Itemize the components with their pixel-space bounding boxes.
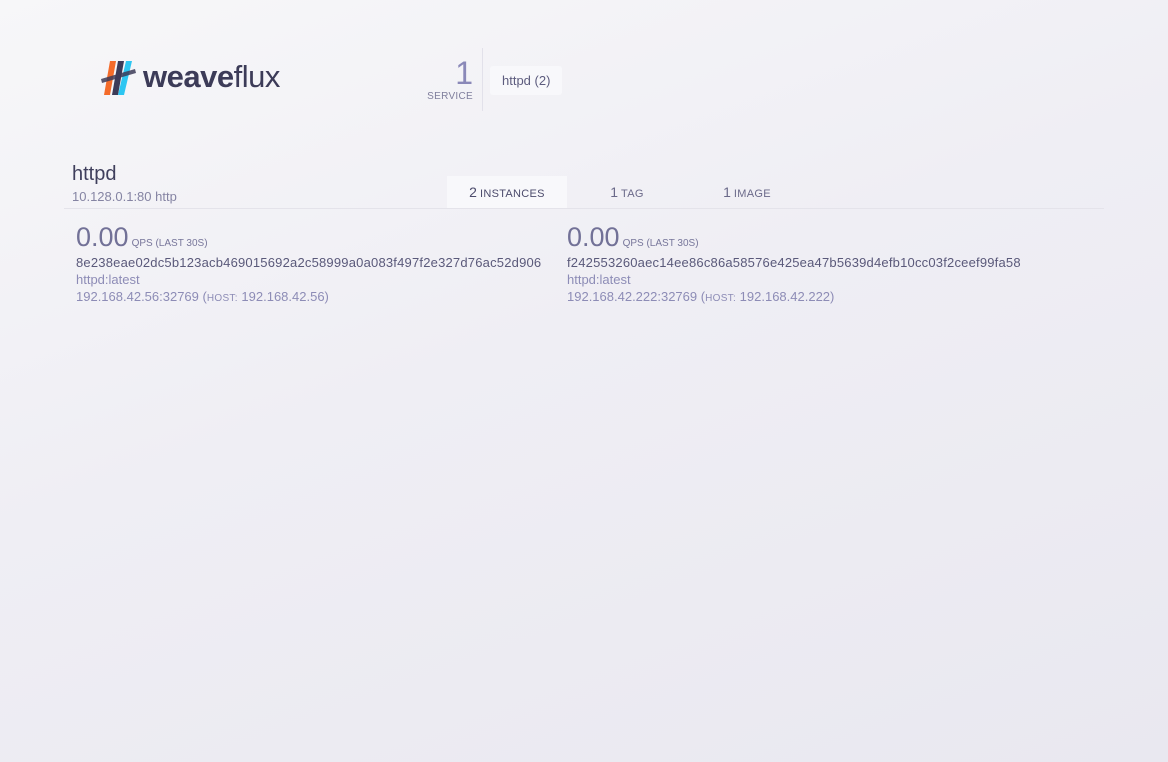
tab-tag[interactable]: 1 TAG (567, 176, 687, 208)
qps-value: 0.00 (76, 222, 129, 252)
weaveflux-logo-icon (101, 61, 136, 95)
service-tab-httpd[interactable]: httpd (2) (490, 66, 563, 95)
qps-label: QPS (LAST 30S) (131, 238, 208, 249)
service-count: 1 SERVICE (420, 56, 473, 102)
host-label: HOST: (206, 293, 238, 304)
tab-image[interactable]: 1 IMAGE (687, 176, 807, 208)
instance-card: 0.00 QPS (LAST 30S) f242553260aec14ee86c… (567, 222, 1021, 304)
qps-value: 0.00 (567, 222, 620, 252)
weaveflux-logo[interactable]: weaveflux (101, 56, 280, 96)
instance-address: 192.168.42.56:32769 (HOST: 192.168.42.56… (76, 289, 329, 304)
section-divider (64, 208, 1104, 209)
host-label: HOST: (705, 293, 737, 304)
tab-instances[interactable]: 2 INSTANCES (447, 176, 567, 208)
instance-id: f242553260aec14ee86c86a58576e425ea47b563… (567, 255, 1021, 270)
instance-image: httpd:latest (76, 272, 140, 287)
logo-wordmark: weaveflux (143, 58, 280, 94)
instance-image: httpd:latest (567, 272, 631, 287)
service-tabs: 2 INSTANCES 1 TAG 1 IMAGE (447, 176, 807, 208)
header-divider (482, 48, 483, 111)
service-address: 10.128.0.1:80 http (72, 189, 177, 204)
qps-label: QPS (LAST 30S) (622, 238, 699, 249)
instance-address: 192.168.42.222:32769 (HOST: 192.168.42.2… (567, 289, 835, 304)
service-count-label: SERVICE (427, 91, 473, 102)
instance-card: 0.00 QPS (LAST 30S) 8e238eae02dc5b123acb… (76, 222, 541, 304)
instance-id: 8e238eae02dc5b123acb469015692a2c58999a0a… (76, 255, 542, 270)
service-title: httpd (72, 163, 117, 185)
service-count-number: 1 (455, 55, 473, 91)
